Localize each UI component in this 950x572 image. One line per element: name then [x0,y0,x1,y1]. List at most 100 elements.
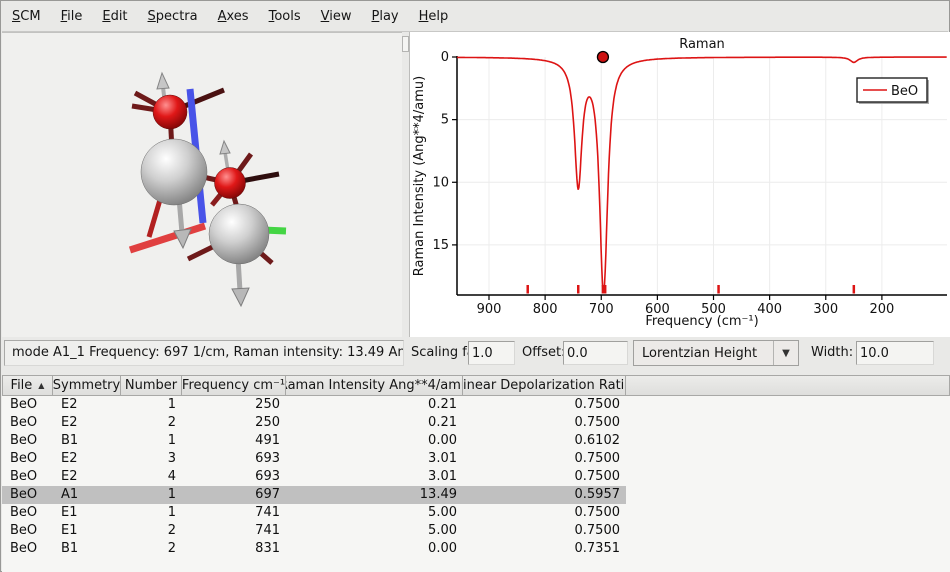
cell-raman: 0.21 [286,414,463,432]
menu-item-file[interactable]: File [51,4,93,29]
splitter-handle[interactable] [402,36,409,52]
column-header-label: File [11,378,33,393]
cell-number: 1 [121,486,182,504]
menu-item-view[interactable]: View [311,4,362,29]
cell-file: BeO [2,414,53,432]
cell-linear: 0.7351 [463,540,626,558]
cell-frequency: 693 [182,450,286,468]
cell-file: BeO [2,540,53,558]
cell-symmetry: E2 [53,450,121,468]
column-header-frequency[interactable]: Frequency cm⁻¹ [182,375,286,396]
status-controls-row: mode A1_1 Frequency: 697 1/cm, Raman int… [1,337,950,375]
scaling-factor-input[interactable] [468,341,515,365]
menu-item-edit[interactable]: Edit [92,4,137,29]
molecule-graphic [2,33,402,338]
oxygen-atom [215,168,246,199]
cell-frequency: 697 [182,486,286,504]
offset-label: Offset: [522,340,565,366]
y-tick-label: 15 [432,238,449,253]
cell-frequency: 741 [182,522,286,540]
x-axis [130,226,205,250]
cell-raman: 0.00 [286,432,463,450]
column-header-symmetry[interactable]: Symmetry [53,375,121,396]
column-header-label: Number [125,378,177,393]
column-header-file[interactable]: File ▲ [2,375,53,396]
cell-file: BeO [2,486,53,504]
chevron-down-icon[interactable]: ▼ [773,341,798,365]
table-header-row: File ▲ Symmetry Number Frequency cm⁻¹Raman I… [2,375,950,396]
cell-file: BeO [2,522,53,540]
sort-ascending-icon: ▲ [38,381,44,390]
table-row[interactable]: BeOE236933.010.7500 [2,450,626,468]
x-tick-label: 800 [533,302,558,317]
table-row[interactable]: BeOE246933.010.7500 [2,468,626,486]
column-header-label: Symmetry [53,378,120,393]
cell-raman: 3.01 [286,468,463,486]
y-tick-label: 5 [441,113,449,128]
column-header-label: Frequency cm⁻¹ [182,378,285,393]
column-header-filler [626,375,950,396]
cell-file: BeO [2,432,53,450]
x-tick-label: 300 [813,302,838,317]
beryllium-atom [209,204,269,264]
y-tick-label: 10 [432,175,449,190]
cell-raman: 5.00 [286,504,463,522]
table-row[interactable]: BeOE127415.000.7500 [2,522,626,540]
x-tick-label: 500 [701,302,726,317]
cell-linear: 0.5957 [463,486,626,504]
modes-table: File ▲ Symmetry Number Frequency cm⁻¹Raman I… [2,375,950,572]
x-tick-label: 700 [589,302,614,317]
cell-frequency: 491 [182,432,286,450]
cell-symmetry: B1 [53,432,121,450]
cell-symmetry: E2 [53,396,121,414]
cell-linear: 0.7500 [463,522,626,540]
cell-frequency: 250 [182,414,286,432]
cell-raman: 0.00 [286,540,463,558]
plot-title: Raman [679,37,725,52]
menu-item-play[interactable]: Play [361,4,408,29]
x-tick-label: 200 [869,302,894,317]
table-row[interactable]: BeOE117415.000.7500 [2,504,626,522]
menu-bar: SCMFileEditSpectraAxesToolsViewPlayHelp [2,2,948,32]
column-header-linear[interactable]: Linear Depolarization Ratio [463,375,626,396]
cell-linear: 0.7500 [463,450,626,468]
y-axis-label: Raman Intensity (Ang**4/amu) [412,76,427,276]
menu-item-axes[interactable]: Axes [208,4,259,29]
width-input[interactable] [856,341,934,365]
menu-item-scm[interactable]: SCM [2,4,51,29]
cell-symmetry: E2 [53,468,121,486]
table-row[interactable]: BeOE212500.210.7500 [2,396,626,414]
lineshape-dropdown[interactable]: Lorentzian Height ▼ [633,340,799,366]
cell-frequency: 250 [182,396,286,414]
table-body: BeOE212500.210.7500BeOE222500.210.7500Be… [2,396,950,572]
offset-input[interactable] [563,341,628,365]
menu-item-spectra[interactable]: Spectra [138,4,208,29]
table-row[interactable]: BeOB128310.000.7351 [2,540,626,558]
cell-number: 1 [121,504,182,522]
column-header-label: Raman Intensity Ang**4/amu [286,378,463,393]
cell-raman: 0.21 [286,396,463,414]
table-row[interactable]: BeOA1169713.490.5957 [2,486,626,504]
panel-splitter[interactable] [402,32,409,337]
oxygen-atom [153,95,187,129]
displacement-arrow-down-icon [232,258,249,306]
table-row[interactable]: BeOB114910.000.6102 [2,432,626,450]
molecule-3d-view[interactable] [2,32,402,338]
cell-number: 1 [121,432,182,450]
column-header-number[interactable]: Number [121,375,182,396]
table-row[interactable]: BeOE222500.210.7500 [2,414,626,432]
cell-symmetry: E1 [53,504,121,522]
menu-item-help[interactable]: Help [409,4,459,29]
cell-raman: 13.49 [286,486,463,504]
cell-linear: 0.7500 [463,504,626,522]
width-label: Width: [811,340,853,366]
raman-spectrum-plot[interactable]: RamanFrequency (cm⁻¹)Raman Intensity (An… [409,32,950,337]
displacement-arrow-up-icon [220,141,230,171]
cell-frequency: 693 [182,468,286,486]
cell-linear: 0.7500 [463,396,626,414]
cell-frequency: 831 [182,540,286,558]
selected-mode-marker[interactable] [597,52,608,63]
cell-file: BeO [2,450,53,468]
column-header-raman[interactable]: Raman Intensity Ang**4/amu [286,375,463,396]
menu-item-tools[interactable]: Tools [259,4,311,29]
